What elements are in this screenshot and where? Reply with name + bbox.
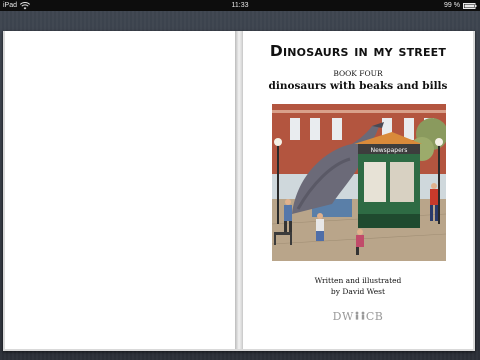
clock: 11:33: [231, 2, 249, 9]
book-title: Dinosaurs in my street: [269, 42, 447, 60]
right-page-cover[interactable]: Dinosaurs in my street BOOK FOUR dinosau…: [243, 31, 473, 349]
status-bar: iPad 11:33 99 %: [0, 0, 480, 11]
bookshelf-background: Dinosaurs in my street BOOK FOUR dinosau…: [0, 11, 480, 360]
book-subtitle: dinosaurs with beaks and bills: [268, 80, 448, 92]
credit-line-2: by David West: [330, 287, 386, 296]
battery-percent: 99 %: [444, 2, 460, 9]
publisher-left: DW: [332, 310, 354, 323]
battery-icon: [463, 2, 477, 9]
left-page[interactable]: [5, 31, 238, 349]
publisher-logo: DW CB: [243, 310, 473, 323]
publisher-figures-icon: [355, 311, 365, 320]
book-number: BOOK FOUR: [333, 69, 383, 78]
open-book[interactable]: Dinosaurs in my street BOOK FOUR dinosau…: [3, 31, 475, 351]
publisher-right: CB: [365, 310, 384, 323]
kiosk-sign: Newspapers: [371, 147, 408, 154]
cover-illustration: Newspapers: [272, 104, 446, 261]
credit-line-1: Written and illustrated: [314, 276, 402, 285]
